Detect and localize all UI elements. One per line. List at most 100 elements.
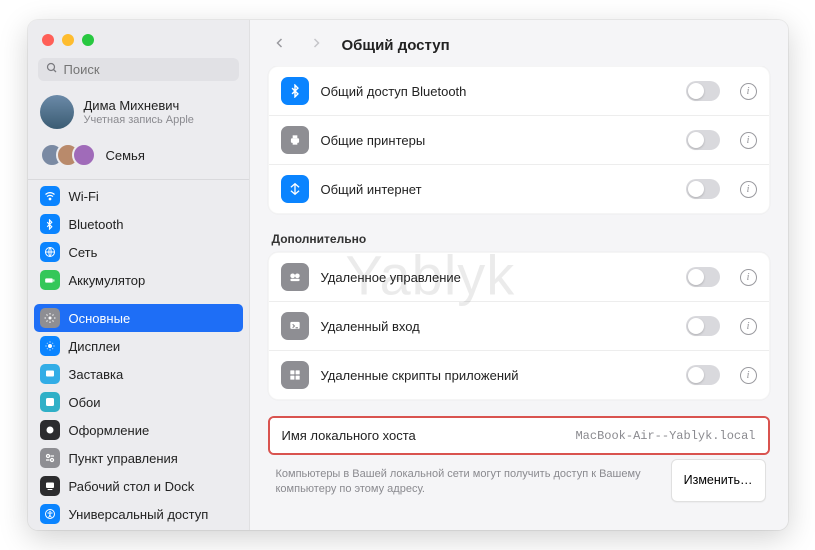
toggle[interactable] (686, 179, 720, 199)
printer-icon (281, 126, 309, 154)
toggle[interactable] (686, 130, 720, 150)
toggle[interactable] (686, 267, 720, 287)
divider (28, 179, 249, 180)
sidebar-item-label: Bluetooth (69, 217, 124, 232)
sidebar-item-general[interactable]: Основные (34, 304, 243, 332)
back-button[interactable] (270, 34, 290, 56)
battery-icon (40, 270, 60, 290)
local-hostname-highlight: Имя локального хоста MacBook-Air--Yablyk… (268, 416, 770, 455)
row-printer-sharing[interactable]: Общие принтеры i (269, 116, 769, 165)
toggle[interactable] (686, 365, 720, 385)
preferences-window: Yablyk Дима Михневич Учетная запись Appl… (28, 20, 788, 530)
sharing-panel: Общий доступ Bluetooth i Общие принтеры … (268, 66, 770, 214)
family-avatars (40, 143, 96, 167)
titlebar: Общий доступ (250, 20, 788, 66)
info-icon[interactable]: i (740, 269, 757, 286)
sidebar-item-label: Оформление (69, 423, 150, 438)
sidebar-item-label: Дисплеи (69, 339, 121, 354)
sidebar-item-control-center[interactable]: Пункт управления (28, 444, 249, 472)
row-label: Удаленный вход (321, 319, 674, 334)
appearance-icon (40, 420, 60, 440)
row-label: Удаленное управление (321, 270, 674, 285)
row-remote-login[interactable]: Удаленный вход i (269, 302, 769, 351)
row-remote-apple-events[interactable]: Удаленные скрипты приложений i (269, 351, 769, 399)
main-pane: Общий доступ Общий доступ Bluetooth i Об… (250, 20, 788, 530)
sidebar-item-desktop-dock[interactable]: Рабочий стол и Dock (28, 472, 249, 500)
sidebar-item-label: Рабочий стол и Dock (69, 479, 195, 494)
info-icon[interactable]: i (740, 318, 757, 335)
remote-management-icon (281, 263, 309, 291)
sidebar-item-bluetooth[interactable]: Bluetooth (28, 210, 249, 238)
account-subtitle: Учетная запись Apple (84, 114, 194, 126)
local-hostname-value: MacBook-Air--Yablyk.local (575, 429, 755, 443)
info-icon[interactable]: i (740, 367, 757, 384)
account-name: Дима Михневич (84, 98, 194, 114)
forward-button[interactable] (306, 34, 326, 56)
display-icon (40, 336, 60, 356)
remote-login-icon (281, 312, 309, 340)
avatar (40, 95, 74, 129)
sidebar-item-battery[interactable]: Аккумулятор (28, 266, 249, 294)
minimize-icon[interactable] (62, 34, 74, 46)
row-bluetooth-sharing[interactable]: Общий доступ Bluetooth i (269, 67, 769, 116)
page-title: Общий доступ (342, 37, 450, 54)
internet-share-icon (281, 175, 309, 203)
wifi-icon (40, 186, 60, 206)
sidebar-item-accessibility[interactable]: Универсальный доступ (28, 500, 249, 528)
content-scroll[interactable]: Общий доступ Bluetooth i Общие принтеры … (250, 66, 788, 530)
sidebar-item-label: Заставка (69, 367, 124, 382)
row-internet-sharing[interactable]: Общий интернет i (269, 165, 769, 213)
local-hostname-label: Имя локального хоста (282, 428, 576, 443)
row-remote-management[interactable]: Удаленное управление i (269, 253, 769, 302)
row-label: Удаленные скрипты приложений (321, 368, 674, 383)
row-label: Общий интернет (321, 182, 674, 197)
local-hostname-row[interactable]: Имя локального хоста MacBook-Air--Yablyk… (270, 418, 768, 453)
local-hostname-help: Компьютеры в Вашей локальной сети могут … (272, 459, 671, 502)
advanced-section-label: Дополнительно (272, 232, 766, 246)
dock-icon (40, 476, 60, 496)
sidebar-item-label: Универсальный доступ (69, 507, 209, 522)
close-icon[interactable] (42, 34, 54, 46)
search-icon (46, 62, 58, 77)
sidebar-item-label: Аккумулятор (69, 273, 146, 288)
search-input[interactable] (64, 62, 231, 77)
sidebar-item-appearance[interactable]: Оформление (28, 416, 249, 444)
advanced-panel: Удаленное управление i Удаленный вход i (268, 252, 770, 400)
screensaver-icon (40, 364, 60, 384)
bluetooth-icon (40, 214, 60, 234)
hostname-footer: Компьютеры в Вашей локальной сети могут … (268, 455, 770, 502)
wallpaper-icon (40, 392, 60, 412)
info-icon[interactable]: i (740, 181, 757, 198)
sidebar-item-label: Основные (69, 311, 131, 326)
sidebar-item-label: Обои (69, 395, 101, 410)
accessibility-icon (40, 504, 60, 524)
edit-button[interactable]: Изменить… (671, 459, 766, 502)
sidebar: Дима Михневич Учетная запись Apple Семья… (28, 20, 250, 530)
toggle[interactable] (686, 316, 720, 336)
row-label: Общие принтеры (321, 133, 674, 148)
gear-icon (40, 308, 60, 328)
sidebar-item-label: Сеть (69, 245, 98, 260)
family-label: Семья (106, 148, 145, 163)
info-icon[interactable]: i (740, 132, 757, 149)
nav-list: Wi-Fi Bluetooth Сеть Аккумулятор (28, 182, 249, 530)
sidebar-item-label: Пункт управления (69, 451, 178, 466)
info-icon[interactable]: i (740, 83, 757, 100)
toggle[interactable] (686, 81, 720, 101)
row-label: Общий доступ Bluetooth (321, 84, 674, 99)
control-center-icon (40, 448, 60, 468)
sidebar-item-wallpaper[interactable]: Обои (28, 388, 249, 416)
family-row[interactable]: Семья (28, 137, 249, 177)
sidebar-item-label: Wi-Fi (69, 189, 99, 204)
sidebar-item-screensaver[interactable]: Заставка (28, 360, 249, 388)
zoom-icon[interactable] (82, 34, 94, 46)
sidebar-item-network[interactable]: Сеть (28, 238, 249, 266)
sidebar-item-displays[interactable]: Дисплеи (28, 332, 249, 360)
sidebar-item-wifi[interactable]: Wi-Fi (28, 182, 249, 210)
remote-events-icon (281, 361, 309, 389)
account-row[interactable]: Дима Михневич Учетная запись Apple (28, 89, 249, 137)
bluetooth-share-icon (281, 77, 309, 105)
search-field[interactable] (38, 58, 239, 81)
window-controls (28, 20, 249, 56)
globe-icon (40, 242, 60, 262)
